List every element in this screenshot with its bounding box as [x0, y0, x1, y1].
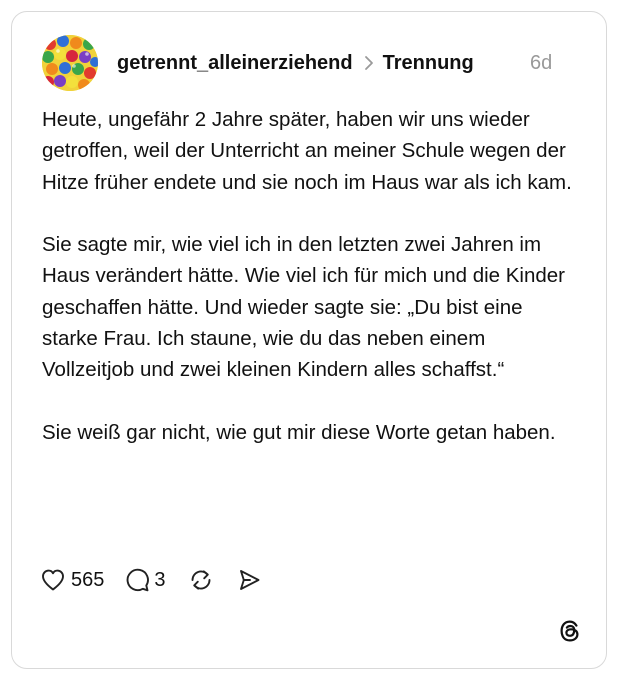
post-paragraph: Heute, ungefähr 2 Jahre später, haben wi… [42, 108, 572, 194]
reply-button[interactable]: 3 [124, 567, 166, 593]
avatar-candy-image [42, 35, 98, 91]
post-paragraph: Sie sagte mir, wie viel ich in den letzt… [42, 233, 566, 382]
post-timestamp: 6d [530, 52, 553, 74]
threads-logo-icon [557, 618, 583, 644]
repost-button[interactable] [188, 567, 214, 593]
avatar[interactable] [42, 35, 98, 91]
chevron-right-icon [364, 55, 374, 71]
heart-icon [40, 568, 66, 592]
like-button[interactable]: 565 [40, 568, 104, 592]
topic-link[interactable]: Trennung [383, 52, 474, 75]
repost-icon [188, 567, 214, 593]
like-count: 565 [71, 568, 105, 591]
share-button[interactable] [236, 567, 262, 593]
post-header: getrennt_alleinerziehend Trennung [117, 49, 474, 77]
reply-count: 3 [154, 568, 166, 591]
send-icon [236, 567, 262, 593]
post-paragraph: Sie weiß gar nicht, wie gut mir diese Wo… [42, 420, 556, 444]
action-bar: 565 3 [40, 566, 262, 594]
post-body: Heute, ungefähr 2 Jahre später, haben wi… [42, 104, 582, 448]
speech-bubble-icon [124, 567, 150, 593]
username-link[interactable]: getrennt_alleinerziehend [117, 52, 353, 75]
